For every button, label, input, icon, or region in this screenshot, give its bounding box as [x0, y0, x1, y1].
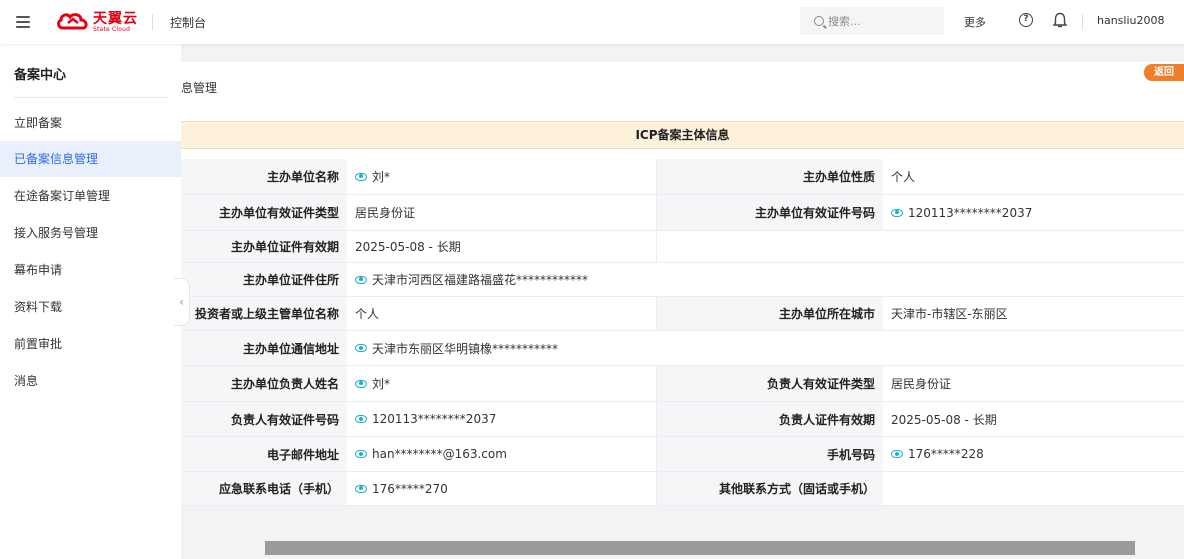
logo-text-cn: 天翼云 — [93, 10, 138, 27]
eye-icon[interactable] — [891, 450, 903, 458]
sidebar-item-messages[interactable]: 消息 — [0, 363, 181, 399]
field-label: 主办单位有效证件号码 — [657, 195, 883, 230]
sidebar-divider — [14, 97, 167, 98]
logo-text-en: State Cloud — [93, 25, 131, 33]
eye-icon[interactable] — [355, 172, 367, 181]
field-value — [883, 472, 1184, 505]
field-label: 手机号码 — [657, 437, 883, 471]
sidebar: 备案中心 立即备案 已备案信息管理 在途备案订单管理 接入服务号管理 幕布申请 … — [0, 44, 181, 559]
field-value: 120113********2037 — [347, 402, 657, 436]
search-icon — [814, 16, 824, 26]
field-label: 电子邮件地址 — [181, 437, 347, 471]
field-label: 主办单位通信地址 — [181, 331, 347, 365]
table-row: 投资者或上级主管单位名称 个人 主办单位所在城市 天津市-市辖区-东丽区 — [181, 297, 1184, 331]
eye-icon[interactable] — [891, 208, 903, 217]
sidebar-item-orders[interactable]: 在途备案订单管理 — [0, 178, 181, 214]
field-label: 主办单位证件住所 — [181, 263, 347, 296]
header-divider-right — [1082, 14, 1083, 30]
header-divider — [152, 14, 153, 30]
field-value-text: 176*****228 — [908, 447, 984, 461]
sidebar-item-access-service[interactable]: 接入服务号管理 — [0, 215, 181, 251]
table-row: 主办单位负责人姓名 刘* 负责人有效证件类型 居民身份证 — [181, 366, 1184, 402]
field-value: 个人 — [347, 297, 657, 330]
field-value: 2025-05-08 - 长期 — [891, 412, 997, 427]
eye-icon[interactable] — [355, 450, 367, 458]
field-value-text: 刘* — [372, 377, 391, 391]
field-label: 主办单位性质 — [657, 159, 883, 194]
field-label: 主办单位负责人姓名 — [181, 366, 347, 401]
field-value-text: 天津市东丽区华明镇橡*********** — [372, 341, 559, 356]
eye-icon[interactable] — [355, 484, 367, 493]
help-icon[interactable]: ? — [1019, 13, 1033, 27]
field-value-text: han********@163.com — [372, 447, 507, 461]
eye-icon[interactable] — [355, 275, 367, 284]
field-value: 120113********2037 — [883, 195, 1184, 230]
field-label: 负责人有效证件号码 — [181, 402, 347, 436]
table-title: ICP备案主体信息 — [181, 121, 1184, 149]
sidebar-item-immediate-filing[interactable]: 立即备案 — [0, 105, 181, 141]
horizontal-scrollbar[interactable] — [265, 541, 1135, 555]
field-empty — [657, 231, 1184, 262]
field-value: 天津市河西区福建路福盛花************ — [347, 263, 1184, 296]
top-bar: 天翼云 State Cloud 控制台 搜索... 更多 ? hansliu20… — [0, 0, 1184, 44]
table-row: 主办单位有效证件类型 居民身份证 主办单位有效证件号码 120113******… — [181, 195, 1184, 231]
table-row: 主办单位通信地址 天津市东丽区华明镇橡*********** — [181, 331, 1184, 366]
table-row: 负责人有效证件号码 120113********2037 负责人证件有效期 20… — [181, 402, 1184, 437]
field-value: 刘* — [347, 159, 657, 194]
back-button[interactable]: 返回 — [1144, 64, 1184, 81]
sidebar-collapse-button[interactable]: ‹ — [174, 278, 190, 326]
search-placeholder: 搜索... — [828, 15, 861, 28]
logo[interactable]: 天翼云 State Cloud — [56, 12, 138, 33]
table-row: 主办单位名称 刘* 主办单位性质 个人 — [181, 159, 1184, 195]
field-label: 主办单位有效证件类型 — [181, 195, 347, 230]
field-value-text: 刘* — [372, 170, 391, 184]
field-value: 天津市-市辖区-东丽区 — [891, 307, 1008, 321]
field-label: 其他联系方式（固话或手机） — [657, 472, 883, 505]
sidebar-item-filed-info[interactable]: 已备案信息管理 — [0, 141, 181, 177]
field-label: 负责人证件有效期 — [657, 402, 883, 436]
field-label: 主办单位名称 — [181, 159, 347, 194]
field-value: 2025-05-08 - 长期 — [347, 231, 657, 262]
table-row: 应急联系电话（手机） 176*****270 其他联系方式（固话或手机） — [181, 472, 1184, 506]
field-value: han********@163.com — [347, 437, 657, 471]
sidebar-item-curtain[interactable]: 幕布申请 — [0, 252, 181, 288]
field-label: 应急联系电话（手机） — [181, 472, 347, 505]
console-link[interactable]: 控制台 — [170, 14, 206, 31]
field-label: 主办单位证件有效期 — [181, 231, 347, 262]
field-label: 主办单位所在城市 — [657, 297, 883, 330]
field-value: 居民身份证 — [891, 377, 952, 391]
eye-icon[interactable] — [355, 344, 367, 352]
field-value: 176*****270 — [347, 472, 657, 505]
cloud-logo-icon — [57, 13, 88, 30]
field-value: 居民身份证 — [347, 195, 657, 230]
username[interactable]: hansliu2008 — [1097, 14, 1165, 27]
eye-icon[interactable] — [355, 415, 367, 423]
field-value: 个人 — [891, 170, 916, 184]
bell-icon[interactable] — [1053, 12, 1067, 29]
sidebar-item-pre-approval[interactable]: 前置审批 — [0, 326, 181, 362]
field-value-text: 176*****270 — [372, 481, 448, 496]
field-value: 176*****228 — [883, 437, 1184, 471]
sidebar-title: 备案中心 — [14, 68, 67, 83]
search-input[interactable]: 搜索... — [800, 7, 944, 35]
main-panel: 息管理 返回 ICP备案主体信息 主办单位名称 刘* 主办单位性质 个人 主办单… — [181, 62, 1184, 506]
table-row: 电子邮件地址 han********@163.com 手机号码 176*****… — [181, 437, 1184, 472]
sidebar-item-downloads[interactable]: 资料下载 — [0, 289, 181, 325]
field-value-text: 120113********2037 — [372, 412, 497, 426]
eye-icon[interactable] — [355, 379, 367, 388]
field-value: 天津市东丽区华明镇橡*********** — [347, 331, 1184, 365]
field-label: 投资者或上级主管单位名称 — [181, 297, 347, 330]
table-row: 主办单位证件有效期 2025-05-08 - 长期 — [181, 231, 1184, 263]
field-label: 负责人有效证件类型 — [657, 366, 883, 401]
breadcrumb: 息管理 — [181, 81, 218, 95]
field-value-text: 天津市河西区福建路福盛花************ — [372, 273, 589, 287]
field-value-text: 120113********2037 — [908, 205, 1033, 220]
table-row: 主办单位证件住所 天津市河西区福建路福盛花************ — [181, 263, 1184, 297]
field-value: 刘* — [347, 366, 657, 401]
more-menu[interactable]: 更多 — [964, 14, 986, 30]
menu-icon[interactable] — [16, 16, 30, 28]
